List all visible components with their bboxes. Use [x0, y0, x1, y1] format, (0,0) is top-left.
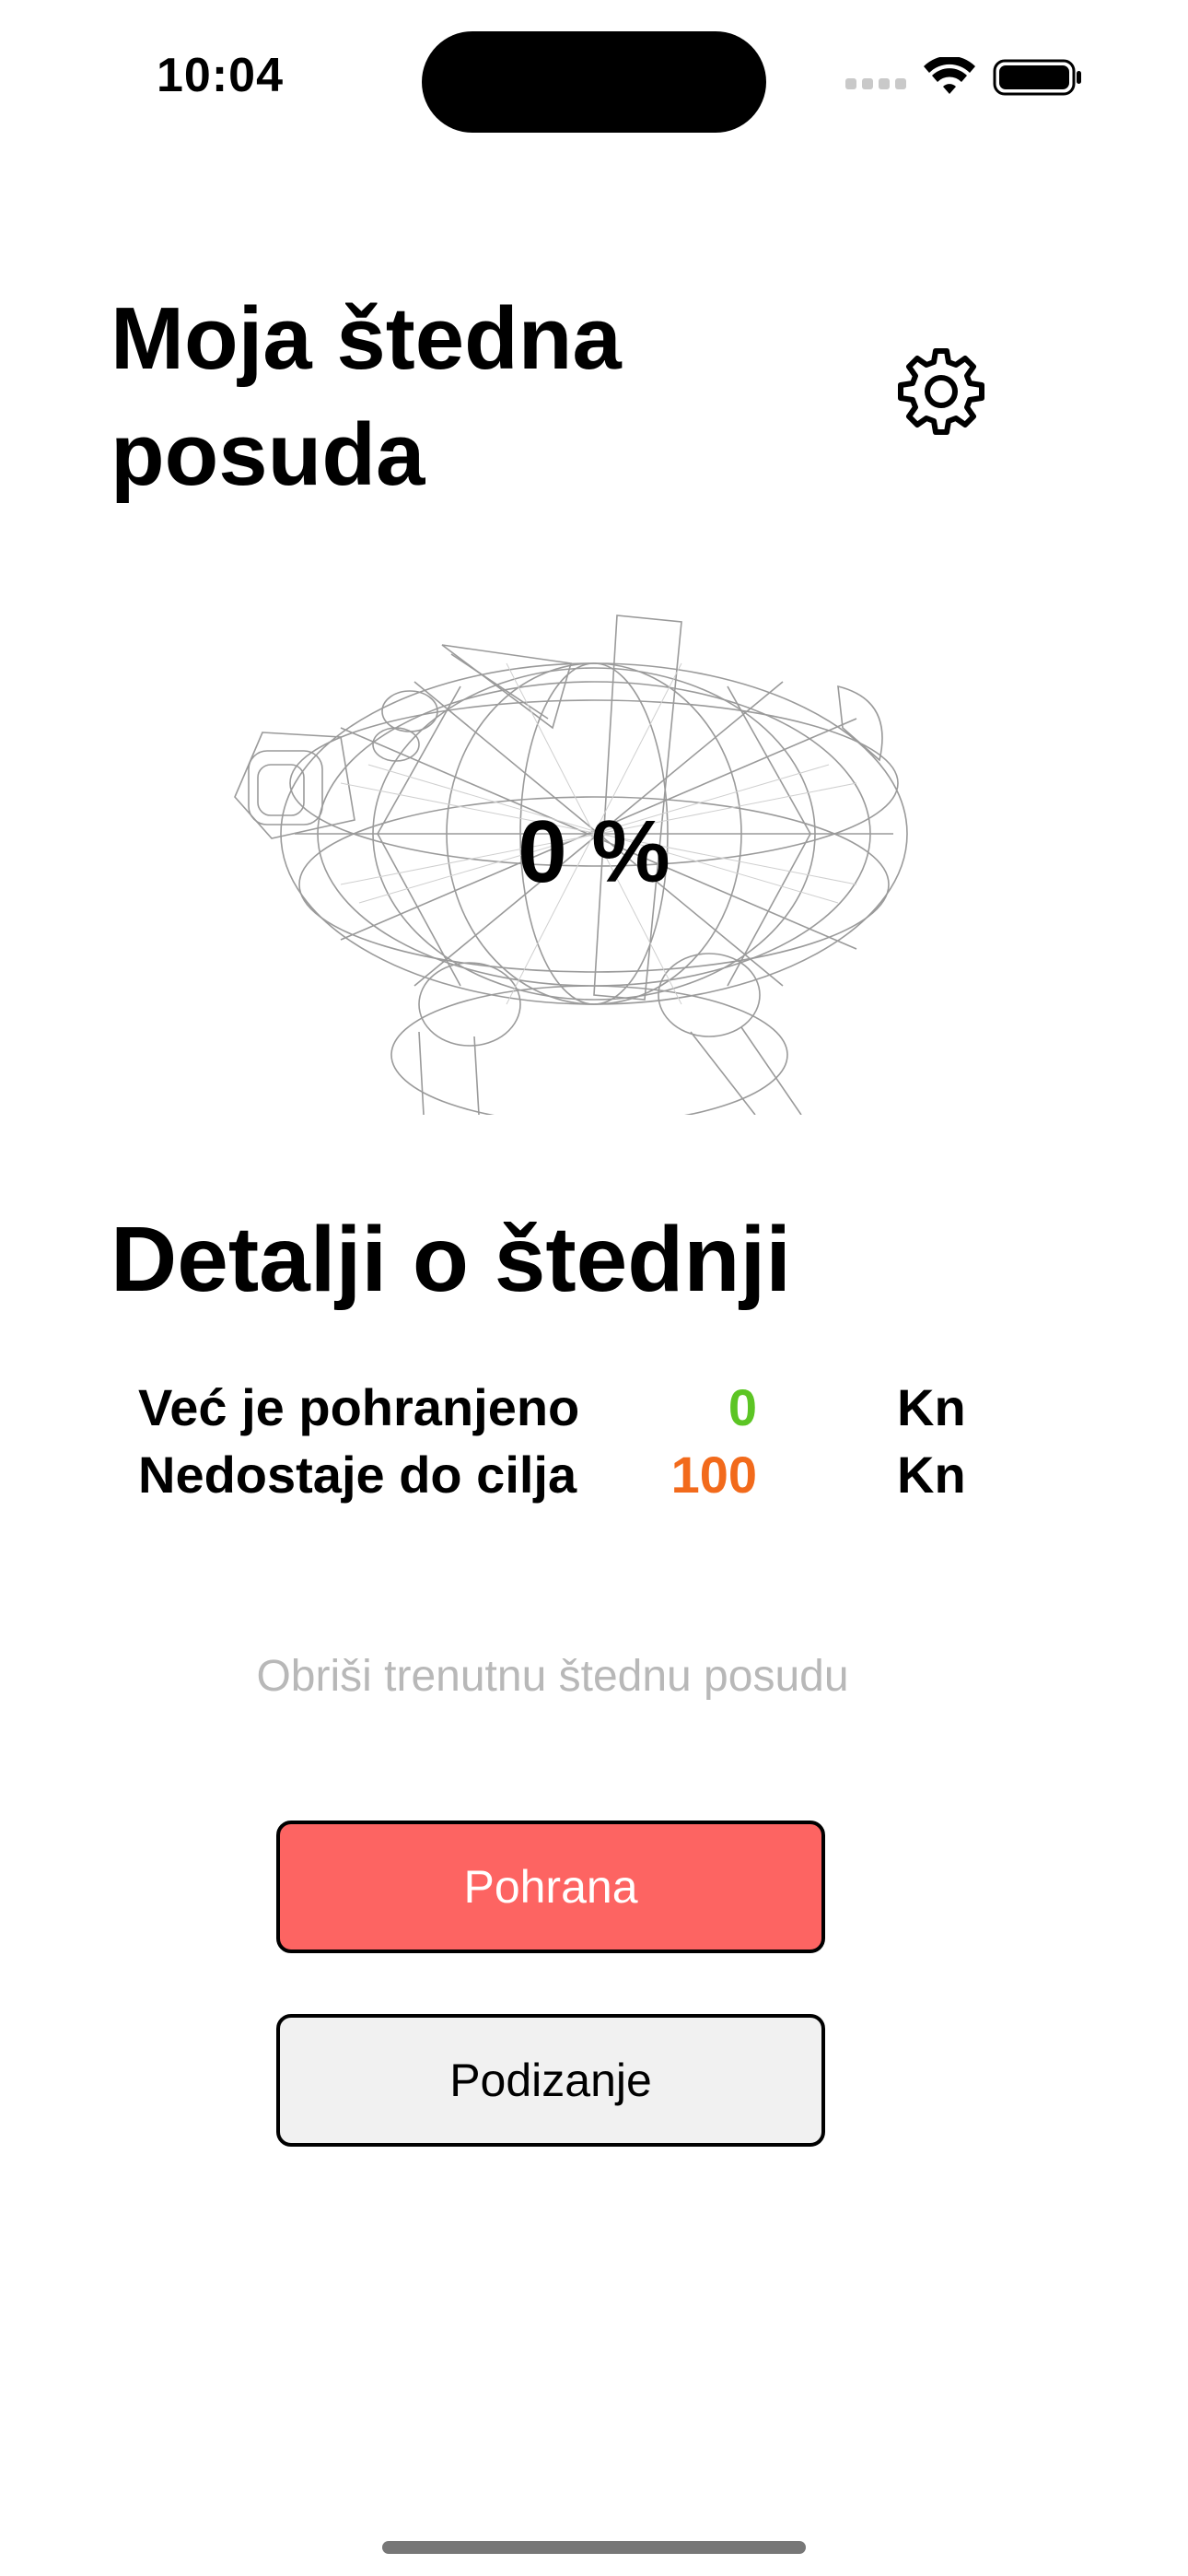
- gear-icon[interactable]: [895, 345, 987, 438]
- saved-amount-label: Već je pohranjeno: [138, 1378, 580, 1436]
- cellular-signal-icon: [845, 78, 906, 89]
- remaining-amount-row: Nedostaje do cilja 100 Kn: [138, 1445, 1059, 1509]
- savings-progress-label: 0 %: [518, 802, 670, 901]
- withdraw-button[interactable]: Podizanje: [276, 2014, 825, 2147]
- saved-amount-unit: Kn: [897, 1378, 966, 1436]
- wifi-icon: [924, 57, 975, 94]
- status-icons: [845, 57, 1085, 98]
- details-title: Detalji o štednji: [111, 1208, 792, 1311]
- remaining-amount-value: 100: [670, 1446, 757, 1504]
- page-title: Moja štedna posuda: [111, 289, 622, 504]
- deposit-button[interactable]: Pohrana: [276, 1821, 825, 1953]
- remaining-amount-label: Nedostaje do cilja: [138, 1446, 577, 1504]
- home-indicator[interactable]: [382, 2541, 806, 2554]
- saved-amount-value: 0: [728, 1378, 757, 1436]
- battery-icon: [993, 59, 1081, 96]
- saved-amount-row: Već je pohranjeno 0 Kn: [138, 1377, 1059, 1442]
- remaining-amount-unit: Kn: [897, 1446, 966, 1504]
- dynamic-island: [422, 31, 766, 133]
- status-time: 10:04: [157, 49, 284, 102]
- delete-jar-link[interactable]: Obriši trenutnu štednu posudu: [0, 1651, 1105, 1702]
